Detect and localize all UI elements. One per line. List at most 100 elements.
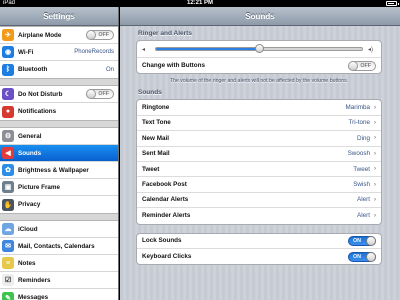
sidebar-item-label: Sounds [18, 149, 42, 157]
sound-row-ringtone[interactable]: Ringtone Marimba › [137, 100, 381, 116]
volume-slider[interactable] [155, 44, 363, 53]
sound-row-tweet[interactable]: Tweet Tweet › [137, 162, 381, 178]
sound-label: Tweet [142, 165, 160, 173]
volume-fill [156, 48, 259, 50]
chevron-right-icon: › [374, 135, 376, 142]
toggle-state: OFF [360, 62, 371, 69]
sidebar-item-label: Picture Frame [18, 183, 60, 191]
sidebar-item-label: General [18, 132, 42, 140]
sound-value: Swoosh [347, 150, 370, 158]
sound-label: New Mail [142, 134, 169, 142]
sound-row-new-mail[interactable]: New Mail Ding › [137, 131, 381, 147]
chevron-right-icon: › [374, 181, 376, 188]
sidebar-item-label: Airplane Mode [18, 31, 62, 39]
sidebar-item-do-not-disturb[interactable]: ☾ Do Not Disturb OFF [0, 86, 118, 103]
moon-icon: ☾ [2, 88, 14, 100]
sidebar-item-icloud[interactable]: ☁ iCloud [0, 221, 118, 238]
toggle-knob [366, 235, 376, 246]
flower-icon: ✿ [2, 164, 14, 176]
sidebar-item-label: Messages [18, 294, 49, 300]
sidebar-item-mail-contacts-calendars[interactable]: ✉ Mail, Contacts, Calendars [0, 238, 118, 255]
toggle-knob [86, 30, 96, 40]
sound-row-sent-mail[interactable]: Sent Mail Swoosh › [137, 147, 381, 162]
volume-low-icon: ◂ [142, 46, 146, 53]
toggles-group: Lock Sounds ON Keyboard Clicks ON [136, 232, 382, 266]
sound-value: Alert [357, 212, 370, 220]
sidebar-item-label: Mail, Contacts, Calendars [18, 242, 95, 250]
sound-label: Reminder Alerts [142, 212, 191, 220]
keyboard-clicks-label: Keyboard Clicks [142, 253, 192, 261]
sidebar-item-messages[interactable]: ✎ Messages [0, 289, 118, 300]
change-with-buttons-toggle[interactable]: OFF [348, 60, 376, 71]
volume-thumb[interactable] [254, 44, 264, 53]
lock-sounds-row: Lock Sounds ON [137, 234, 381, 249]
sidebar-item-brightness-wallpaper[interactable]: ✿ Brightness & Wallpaper [0, 162, 118, 179]
reminders-icon: ☑ [2, 274, 14, 286]
gear-icon: ⚙ [2, 130, 14, 142]
sidebar-item-general[interactable]: ⚙ General [0, 128, 118, 145]
sound-row-text-tone[interactable]: Text Tone Tri-tone › [137, 116, 381, 132]
sidebar-item-label: Notes [18, 259, 36, 267]
sidebar-item-notifications[interactable]: ● Notifications [0, 103, 118, 120]
sound-row-facebook-post[interactable]: Facebook Post Swish › [137, 177, 381, 193]
do-not-disturb-toggle[interactable]: OFF [86, 89, 114, 99]
sidebar-item-picture-frame[interactable]: ▣ Picture Frame [0, 179, 118, 196]
sidebar-item-label: Bluetooth [18, 66, 48, 73]
picture-frame-icon: ▣ [2, 181, 14, 193]
page-title: Sounds [120, 7, 400, 26]
airplane-mode-toggle[interactable]: OFF [86, 30, 114, 40]
sidebar-title: Settings [0, 7, 118, 26]
chevron-right-icon: › [374, 104, 376, 111]
ringer-group: ◂ ◂) Change with Buttons OFF [136, 40, 382, 75]
sound-row-calendar-alerts[interactable]: Calendar Alerts Alert › [137, 193, 381, 209]
sound-value: Swish [353, 181, 370, 189]
toggle-knob [348, 60, 358, 71]
sound-value: Ding [357, 134, 370, 142]
sound-label: Facebook Post [142, 181, 187, 189]
sound-label: Calendar Alerts [142, 196, 189, 204]
lock-sounds-label: Lock Sounds [142, 237, 182, 245]
sound-label: Ringtone [142, 104, 170, 112]
lock-sounds-toggle[interactable]: ON [348, 235, 376, 246]
toggle-state: OFF [98, 91, 109, 97]
sidebar-item-privacy[interactable]: ✋ Privacy [0, 196, 118, 213]
sidebar-item-label: Privacy [18, 201, 41, 208]
sound-label: Sent Mail [142, 150, 170, 158]
wifi-icon: ◉ [2, 46, 14, 58]
hand-icon: ✋ [2, 198, 14, 211]
sidebar-item-value: On [105, 66, 114, 73]
speaker-icon: ◀ [2, 147, 14, 159]
battery-icon [386, 1, 399, 6]
change-with-buttons-row: Change with Buttons OFF [137, 58, 381, 73]
sidebar-group: ☁ iCloud ✉ Mail, Contacts, Calendars ≡ Notes ☑… [0, 220, 118, 300]
toggle-state: ON [353, 253, 361, 260]
change-with-buttons-label: Change with Buttons [142, 62, 205, 70]
sidebar-item-label: Reminders [18, 276, 51, 284]
sidebar-item-label: Do Not Disturb [18, 90, 63, 98]
sidebar-item-bluetooth[interactable]: ᛒ Bluetooth On [0, 61, 118, 78]
sound-value: Tweet [353, 165, 370, 173]
status-bar: iPad 12:21 PM [0, 0, 400, 7]
sidebar-item-reminders[interactable]: ☑ Reminders [0, 272, 118, 289]
notifications-icon: ● [2, 105, 14, 118]
sidebar-item-value: PhoneRecords [74, 49, 114, 55]
sidebar-item-wi-fi[interactable]: ◉ Wi-Fi PhoneRecords [0, 44, 118, 61]
sidebar-item-sounds[interactable]: ◀ Sounds [0, 145, 118, 162]
sounds-group: Ringtone Marimba › Text Tone Tri-tone › New Ma… [136, 99, 382, 225]
chevron-right-icon: › [374, 119, 376, 126]
sound-value: Marimba [345, 104, 371, 112]
sidebar-group: ☾ Do Not Disturb OFF ● Notifications [0, 85, 118, 121]
clock: 12:21 PM [186, 0, 213, 6]
airplane-icon: ✈ [2, 29, 14, 41]
ringer-section-title: Ringer and Alerts [138, 30, 192, 37]
sounds-pane: Sounds Ringer and Alerts ◂ ◂) Change wit… [120, 7, 400, 300]
toggle-state: OFF [98, 32, 109, 38]
keyboard-clicks-toggle[interactable]: ON [348, 251, 376, 262]
sidebar-item-label: Brightness & Wallpaper [18, 166, 89, 174]
sidebar-item-airplane-mode[interactable]: ✈ Airplane Mode OFF [0, 27, 118, 44]
sidebar-item-notes[interactable]: ≡ Notes [0, 255, 118, 272]
sound-row-reminder-alerts[interactable]: Reminder Alerts Alert › [137, 208, 381, 223]
sidebar-groups: ✈ Airplane Mode OFF ◉ Wi-Fi PhoneRecords ᛒ Blue… [0, 26, 118, 300]
chevron-right-icon: › [374, 212, 376, 219]
chevron-right-icon: › [374, 150, 376, 157]
